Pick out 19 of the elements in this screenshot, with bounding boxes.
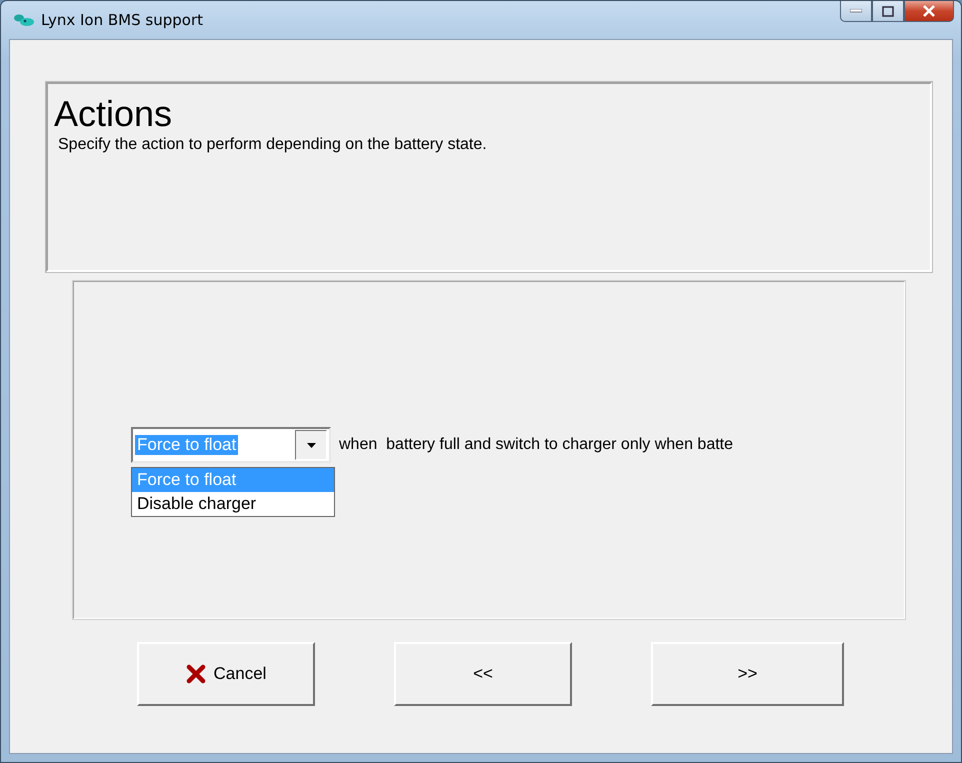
close-button[interactable] <box>904 1 954 22</box>
dropdown-button[interactable] <box>295 430 327 460</box>
minimize-button[interactable] <box>840 1 872 22</box>
action-description: when battery full and switch to charger only when batte <box>339 436 733 454</box>
dropdown-value: Force to float <box>135 435 238 455</box>
close-icon <box>922 5 936 17</box>
window-title: Lynx Ion BMS support <box>41 11 203 29</box>
app-icon <box>13 13 35 27</box>
page-description: Specify the action to perform depending on the battery state. <box>57 136 488 154</box>
maximize-button[interactable] <box>872 1 904 22</box>
caret-icon <box>306 442 316 448</box>
next-button[interactable]: >> <box>651 642 844 706</box>
back-button[interactable]: << <box>394 642 572 706</box>
minimize-icon <box>850 9 862 13</box>
dropdown-option[interactable]: Disable charger <box>132 492 334 516</box>
maximize-icon <box>882 6 894 16</box>
cross-icon <box>186 664 206 684</box>
page-heading: Actions <box>54 96 174 132</box>
cancel-button[interactable]: Cancel <box>137 642 315 706</box>
